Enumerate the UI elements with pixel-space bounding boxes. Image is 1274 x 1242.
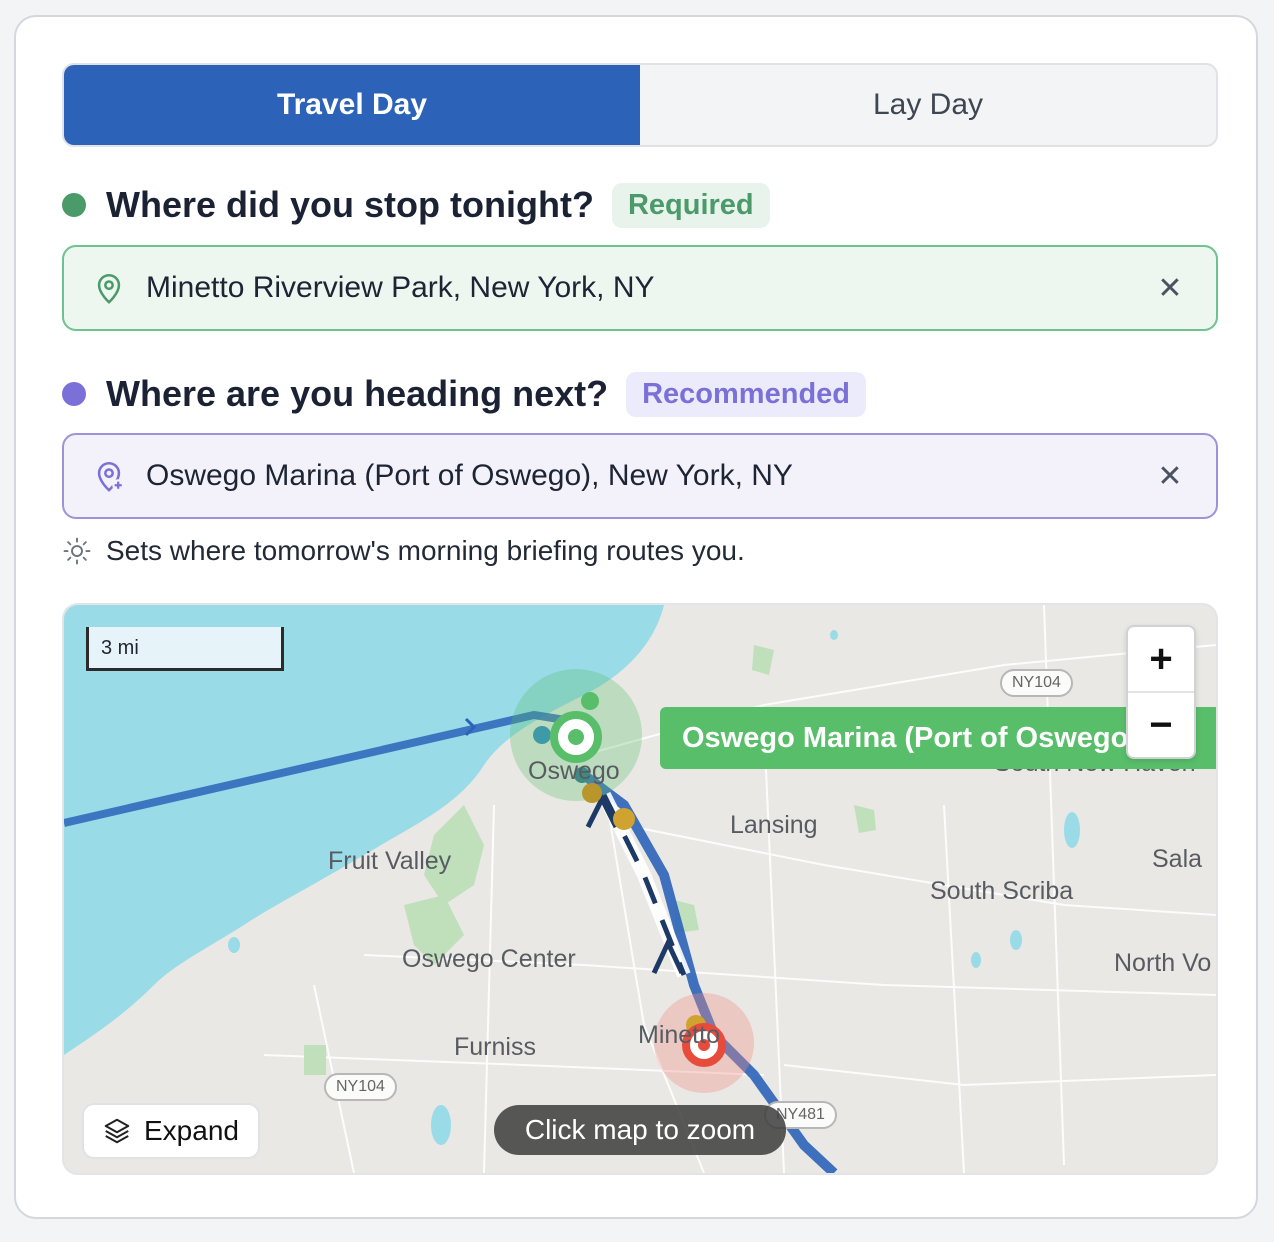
map-pin-icon — [97, 273, 121, 304]
next-location-input[interactable] — [146, 459, 1150, 493]
click-to-zoom-hint: Click map to zoom — [494, 1105, 786, 1155]
stop-status-dot — [62, 193, 86, 217]
map-scale-bar: 3 mi — [86, 627, 284, 671]
next-status-dot — [62, 382, 86, 406]
expand-label: Expand — [144, 1115, 239, 1146]
zoom-out-button[interactable]: − — [1128, 693, 1194, 757]
recommended-badge: Recommended — [626, 371, 866, 417]
place-sala: Sala — [1152, 845, 1203, 873]
place-lansing: Lansing — [730, 811, 818, 839]
sun-icon — [63, 537, 91, 565]
next-section-title: Where are you heading next? — [106, 373, 609, 414]
map-pin-plus-icon — [97, 461, 125, 492]
required-badge: Required — [611, 182, 770, 228]
zoom-in-button[interactable]: + — [1128, 627, 1194, 693]
shield-ny104-top: NY104 — [1000, 669, 1073, 697]
expand-map-button[interactable]: Expand — [82, 1103, 260, 1159]
stop-location-field[interactable]: ✕ — [62, 245, 1218, 331]
log-entry-card: Travel Day Lay Day Where did you stop to… — [14, 15, 1258, 1219]
zoom-controls: + − — [1126, 625, 1196, 759]
place-oswego-center: Oswego Center — [402, 945, 576, 973]
place-fruit-valley: Fruit Valley — [328, 847, 452, 875]
next-section-header: Where are you heading next? Recommended — [62, 369, 866, 419]
hint-text: Sets where tomorrow's morning briefing r… — [106, 535, 745, 566]
next-location-field[interactable]: ✕ — [62, 433, 1218, 519]
route-map[interactable]: Oswego South New Haven Lansing Fruit Val… — [62, 603, 1218, 1175]
shield-ny104-bottom: NY104 — [324, 1073, 397, 1101]
day-type-toggle[interactable]: Travel Day Lay Day — [62, 63, 1218, 147]
place-oswego: Oswego — [528, 757, 620, 785]
place-north-vo: North Vo — [1114, 949, 1212, 977]
place-furniss: Furniss — [454, 1033, 536, 1061]
clear-next-button[interactable]: ✕ — [1150, 456, 1190, 496]
close-icon: ✕ — [1157, 271, 1183, 305]
place-south-scriba: South Scriba — [930, 877, 1074, 905]
layers-icon — [104, 1118, 130, 1144]
travel-day-tab[interactable]: Travel Day — [64, 65, 640, 145]
lay-day-tab[interactable]: Lay Day — [640, 65, 1216, 145]
briefing-hint: Sets where tomorrow's morning briefing r… — [62, 535, 745, 567]
stop-location-input[interactable] — [146, 271, 1150, 305]
clear-stop-button[interactable]: ✕ — [1150, 268, 1190, 308]
close-icon: ✕ — [1157, 459, 1183, 493]
stop-section-header: Where did you stop tonight? Required — [62, 180, 770, 230]
stop-section-title: Where did you stop tonight? — [106, 184, 594, 225]
place-minetto: Minetto — [638, 1021, 720, 1049]
